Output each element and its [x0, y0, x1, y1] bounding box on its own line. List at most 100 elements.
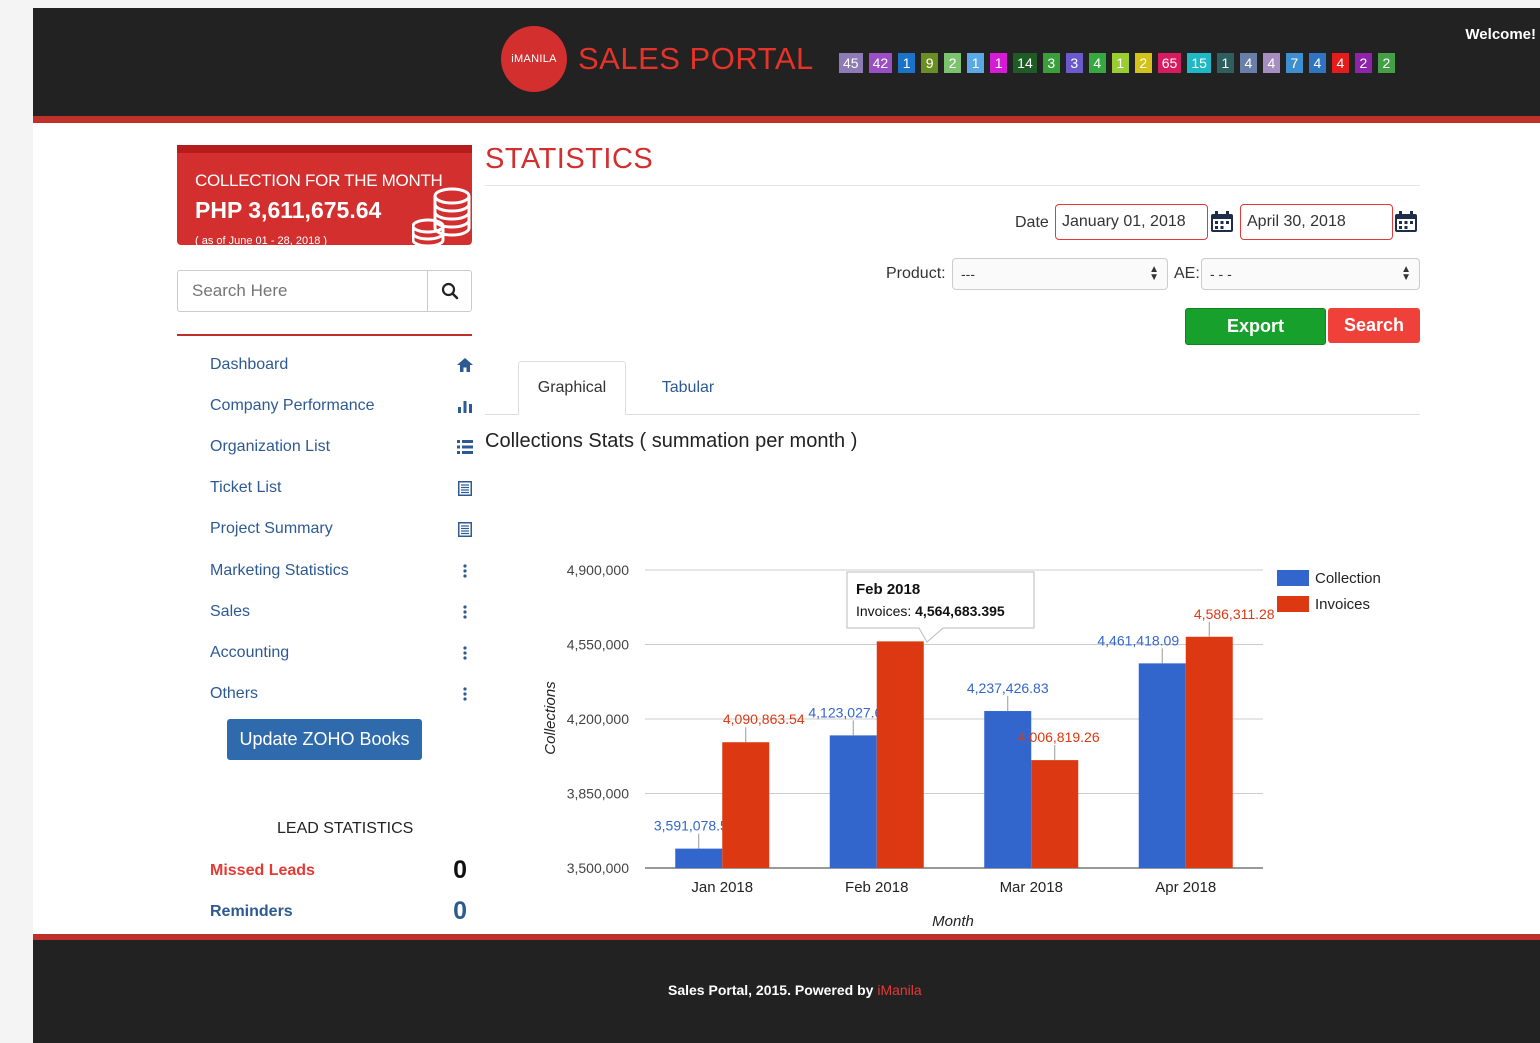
more-vertical-icon [455, 646, 475, 660]
footer-text: Sales Portal, 2015. Powered by iManila [668, 982, 922, 998]
search-input[interactable] [178, 271, 427, 311]
app-frame: iMANILA SALES PORTAL 45 42 1 9 2 1 1 14 3 3 4 1 2 65 1… [33, 8, 1540, 1043]
sidebar-search [177, 270, 472, 312]
missed-leads-count: 0 [453, 856, 467, 884]
data-label: 4,006,819.26 [1018, 729, 1100, 745]
missed-leads-row[interactable]: Missed Leads 0 [210, 856, 472, 885]
data-label: 4,586,311.28 [1194, 606, 1275, 622]
notification-badge[interactable]: 14 [1013, 53, 1037, 73]
sidebar-item-accounting[interactable]: Accounting [210, 632, 472, 673]
select-arrows-icon: ▲ ▼ [1401, 264, 1411, 283]
calendar-icon[interactable] [1210, 211, 1234, 233]
update-zoho-books-button[interactable]: Update ZOHO Books [227, 719, 422, 760]
notification-badge[interactable]: 1 [1216, 53, 1234, 73]
collection-as-of: ( as of June 01 - 28, 2018 ) [195, 235, 328, 245]
tooltip-title: Feb 2018 [856, 581, 920, 598]
legend-swatch [1277, 596, 1309, 612]
tooltip-series-label: Invoices: [856, 603, 915, 619]
search-button[interactable] [427, 271, 471, 311]
sidebar-item-marketing-statistics[interactable]: Marketing Statistics [210, 550, 472, 591]
sidebar-item-label: Company Performance [210, 396, 375, 414]
notification-badge[interactable]: 15 [1187, 53, 1211, 73]
invoices-bar [722, 742, 770, 868]
sidebar-item-label: Others [210, 685, 259, 703]
sidebar-item-label: Organization List [210, 437, 331, 455]
sidebar-item-project-summary[interactable]: Project Summary [210, 509, 472, 550]
collection-title: COLLECTION FOR THE MONTH [195, 171, 443, 190]
sidebar-item-label: Sales [210, 602, 251, 620]
sidebar-divider [177, 334, 472, 336]
notification-badge[interactable]: 65 [1157, 53, 1182, 73]
coins-icon [412, 187, 471, 245]
notification-badge[interactable]: 1 [1111, 53, 1129, 73]
export-button[interactable]: Export [1185, 308, 1326, 345]
notification-badge[interactable]: 2 [1354, 53, 1372, 73]
notification-badge[interactable]: 42 [868, 53, 893, 73]
notification-badge[interactable]: 4 [1262, 53, 1280, 73]
legend-label: Collection [1315, 570, 1381, 587]
notification-badge[interactable]: 1 [990, 53, 1008, 73]
collection-bar [1138, 663, 1186, 868]
notification-badge[interactable]: 4 [1308, 53, 1326, 73]
notification-badge[interactable]: 2 [944, 53, 962, 73]
notification-badge[interactable]: 3 [1065, 53, 1083, 73]
product-select[interactable]: --- ▲ ▼ [952, 258, 1168, 290]
bar-chart-icon [455, 399, 475, 413]
ae-select[interactable]: - - - ▲ ▼ [1201, 258, 1420, 290]
notification-badges: 45 42 1 9 2 1 1 14 3 3 4 1 2 65 15 1 4 4 7 4 4 2 2 [839, 53, 1395, 73]
notification-badge[interactable]: 45 [839, 53, 863, 73]
page-footer: Sales Portal, 2015. Powered by iManila [33, 934, 1540, 1043]
search-submit-button[interactable]: Search [1328, 308, 1420, 343]
sidebar-item-label: Marketing Statistics [210, 561, 349, 579]
search-icon [441, 282, 458, 300]
sidebar-item-others[interactable]: Others [210, 674, 472, 715]
notification-badge[interactable]: 2 [1134, 53, 1152, 73]
sidebar-item-sales[interactable]: Sales [210, 591, 472, 632]
sidebar-item-ticket-list[interactable]: Ticket List [210, 468, 472, 509]
notification-badge[interactable]: 1 [967, 53, 985, 73]
sidebar-item-dashboard[interactable]: Dashboard [210, 344, 475, 385]
y-tick-label: 3,850,000 [567, 786, 629, 802]
notification-badge[interactable]: 4 [1239, 53, 1257, 73]
product-select-value: --- [961, 266, 975, 282]
sidebar-item-label: Ticket List [210, 479, 282, 497]
imanila-logo[interactable]: iMANILA [501, 26, 567, 92]
document-icon [455, 521, 475, 537]
footer-brand-link[interactable]: iManila [877, 982, 921, 998]
notification-badge[interactable]: 2 [1377, 53, 1395, 73]
reminders-label[interactable]: Reminders [210, 903, 293, 921]
reminders-row[interactable]: Reminders 0 [210, 897, 472, 926]
y-tick-label: 4,200,000 [567, 711, 629, 727]
invoices-bar [1185, 636, 1233, 868]
page-title: STATISTICS [485, 143, 654, 175]
more-vertical-icon [455, 687, 475, 701]
notification-badge[interactable]: 9 [921, 53, 939, 73]
document-icon [455, 480, 475, 496]
notification-badge[interactable]: 3 [1042, 53, 1060, 73]
tab-tabular[interactable]: Tabular [643, 361, 733, 414]
sidebar-item-label: Dashboard [210, 355, 289, 373]
y-tick-label: 3,500,000 [567, 860, 629, 876]
notification-badge[interactable]: 1 [898, 53, 916, 73]
calendar-icon[interactable] [1394, 211, 1418, 233]
welcome-text[interactable]: Welcome! [1465, 26, 1536, 43]
collections-bar-chart: 4,900,000 4,550,000 4,200,000 3,850,000 3,50… [542, 562, 1381, 930]
tab-graphical[interactable]: Graphical [518, 361, 626, 415]
invoices-bar [876, 641, 924, 868]
x-tick-label: Apr 2018 [1155, 879, 1216, 896]
brand-title[interactable]: SALES PORTAL [578, 41, 814, 77]
notification-badge[interactable]: 4 [1331, 53, 1349, 73]
date-from-field[interactable]: January 01, 2018 [1055, 204, 1208, 240]
sidebar-item-organization-list[interactable]: Organization List [210, 426, 473, 467]
sidebar-item-company-performance[interactable]: Company Performance [210, 385, 472, 426]
date-to-field[interactable]: April 30, 2018 [1240, 204, 1393, 240]
notification-badge[interactable]: 7 [1285, 53, 1303, 73]
missed-leads-label[interactable]: Missed Leads [210, 862, 315, 880]
date-label: Date [1015, 214, 1049, 231]
lead-statistics-title: LEAD STATISTICS [277, 820, 414, 837]
x-tick-label: Feb 2018 [845, 879, 908, 896]
home-icon [455, 357, 475, 372]
y-tick-label: 4,900,000 [567, 562, 629, 578]
footer-credit: Sales Portal, 2015. Powered by [668, 982, 878, 998]
notification-badge[interactable]: 4 [1088, 53, 1106, 73]
